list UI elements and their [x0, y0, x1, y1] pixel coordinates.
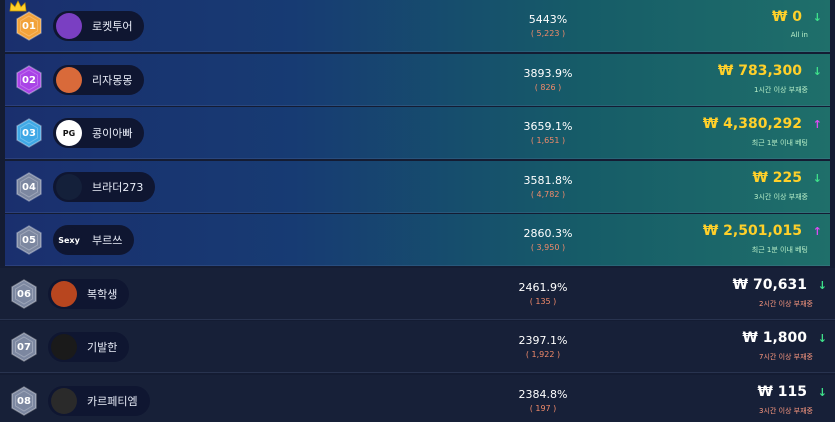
row-divider: [5, 51, 830, 52]
bet-count: ( 1,651 ): [530, 136, 566, 145]
rank-badge: 06: [10, 279, 38, 309]
rank-number: 08: [17, 395, 31, 407]
bet-count: ( 826 ): [534, 83, 562, 92]
leaderboard-row[interactable]: 01 로켓투어 5443% ( 5,223 ) ₩ 0 All in ↓: [5, 0, 830, 52]
leaderboard-row[interactable]: 02 리자몽몽 3893.9% ( 826 ) ₩ 783,300 1시간 이상…: [5, 54, 830, 106]
row-divider: [5, 158, 830, 159]
balance-amount: ₩ 4,380,292: [702, 116, 802, 132]
player-badge[interactable]: 카르페티엠: [48, 386, 150, 416]
rank-number: 06: [17, 288, 31, 300]
player-name: 로켓투어: [92, 20, 133, 33]
win-percent: 3659.1%: [523, 120, 573, 133]
game-avatar-icon: [56, 67, 82, 93]
leaderboard-row[interactable]: 07 기발한 2397.1% ( 1,922 ) ₩ 1,800 7시간 이상 …: [0, 321, 835, 373]
arrow-down-icon: ↓: [812, 172, 822, 185]
game-avatar-icon: Sexy: [56, 227, 82, 253]
bet-count: ( 5,223 ): [530, 29, 566, 38]
player-name: 부르쓰: [92, 234, 123, 247]
player-badge[interactable]: 리자몽몽: [53, 65, 145, 95]
rank-badge: 05: [15, 225, 43, 255]
row-divider: [5, 105, 830, 106]
player-name: 콩이아빠: [92, 127, 133, 140]
row-divider: [0, 372, 835, 373]
leaderboard-row[interactable]: 06 복학생 2461.9% ( 135 ) ₩ 70,631 2시간 이상 부…: [0, 268, 835, 320]
arrow-down-icon: ↓: [812, 11, 822, 24]
rank-number: 03: [22, 127, 36, 139]
balance-amount: ₩ 783,300: [717, 63, 802, 79]
leaderboard-row[interactable]: 08 카르페티엠 2384.8% ( 197 ) ₩ 115 3시간 이상 부재…: [0, 375, 835, 422]
player-badge[interactable]: PG 콩이아빠: [53, 118, 145, 148]
activity-status: 3시간 이상 부재중: [759, 407, 813, 415]
win-percent: 3893.9%: [523, 67, 573, 80]
player-name: 카르페티엠: [87, 395, 138, 408]
balance-amount: ₩ 2,501,015: [702, 223, 802, 239]
player-badge[interactable]: 기발한: [48, 332, 130, 362]
win-percent: 2384.8%: [518, 388, 568, 401]
bet-count: ( 197 ): [529, 404, 557, 413]
win-percent: 2860.3%: [523, 227, 573, 240]
rank-badge: 08: [10, 386, 38, 416]
game-avatar-icon: [56, 13, 82, 39]
activity-status: 1시간 이상 부재중: [754, 86, 808, 94]
win-percent: 5443%: [528, 13, 568, 26]
balance-amount: ₩ 1,800: [742, 330, 807, 346]
row-divider: [5, 212, 830, 213]
arrow-down-icon: ↓: [817, 386, 827, 399]
bet-count: ( 4,782 ): [530, 190, 566, 199]
row-divider: [5, 265, 830, 266]
player-name: 브라더273: [92, 181, 144, 194]
rank-number: 05: [22, 234, 36, 246]
rank-badge: 01: [15, 11, 43, 41]
activity-status: 최근 1분 이내 베팅: [751, 139, 808, 147]
avatar-label: Sexy: [58, 235, 80, 245]
arrow-down-icon: ↓: [812, 65, 822, 78]
player-name: 리자몽몽: [92, 74, 133, 87]
player-name: 기발한: [87, 341, 118, 354]
rank-number: 04: [22, 181, 36, 193]
rank-number: 07: [17, 341, 31, 353]
game-avatar-icon: [51, 388, 77, 414]
rank-badge: 07: [10, 332, 38, 362]
bet-count: ( 1,922 ): [525, 350, 561, 359]
rank-badge: 04: [15, 172, 43, 202]
bet-count: ( 3,950 ): [530, 243, 566, 252]
arrow-down-icon: ↓: [817, 332, 827, 345]
leaderboard-row[interactable]: 04 브라더273 3581.8% ( 4,782 ) ₩ 225 3시간 이상…: [5, 161, 830, 213]
win-percent: 2461.9%: [518, 281, 568, 294]
rank-badge: 02: [15, 65, 43, 95]
player-badge[interactable]: Sexy 부르쓰: [53, 225, 135, 255]
win-percent: 2397.1%: [518, 334, 568, 347]
game-avatar-icon: PG: [56, 120, 82, 146]
arrow-up-icon: ↑: [812, 225, 822, 238]
game-avatar-icon: [51, 334, 77, 360]
rank-badge: 03: [15, 118, 43, 148]
avatar-label: PG: [62, 128, 76, 138]
crown-icon: [9, 0, 27, 12]
leaderboard-row[interactable]: 03 PG 콩이아빠 3659.1% ( 1,651 ) ₩ 4,380,292…: [5, 107, 830, 159]
balance-amount: ₩ 70,631: [732, 277, 807, 293]
activity-status: All in: [790, 31, 808, 39]
player-badge[interactable]: 브라더273: [53, 172, 156, 202]
game-avatar-icon: [51, 281, 77, 307]
player-badge[interactable]: 복학생: [48, 279, 130, 309]
balance-amount: ₩ 0: [771, 9, 802, 25]
activity-status: 최근 1분 이내 베팅: [751, 246, 808, 254]
arrow-up-icon: ↑: [812, 118, 822, 131]
player-name: 복학생: [87, 288, 118, 301]
bet-count: ( 135 ): [529, 297, 557, 306]
activity-status: 3시간 이상 부재중: [754, 193, 808, 201]
balance-amount: ₩ 115: [757, 384, 807, 400]
rank-number: 02: [22, 74, 36, 86]
balance-amount: ₩ 225: [752, 170, 802, 186]
row-divider: [0, 319, 835, 320]
arrow-down-icon: ↓: [817, 279, 827, 292]
leaderboard-row[interactable]: 05 Sexy 부르쓰 2860.3% ( 3,950 ) ₩ 2,501,01…: [5, 214, 830, 266]
win-percent: 3581.8%: [523, 174, 573, 187]
game-avatar-icon: [56, 174, 82, 200]
activity-status: 7시간 이상 부재중: [759, 353, 813, 361]
player-badge[interactable]: 로켓투어: [53, 11, 145, 41]
rank-number: 01: [22, 20, 36, 32]
activity-status: 2시간 이상 부재중: [759, 300, 813, 308]
leaderboard: 01 로켓투어 5443% ( 5,223 ) ₩ 0 All in ↓ 02: [0, 0, 835, 422]
